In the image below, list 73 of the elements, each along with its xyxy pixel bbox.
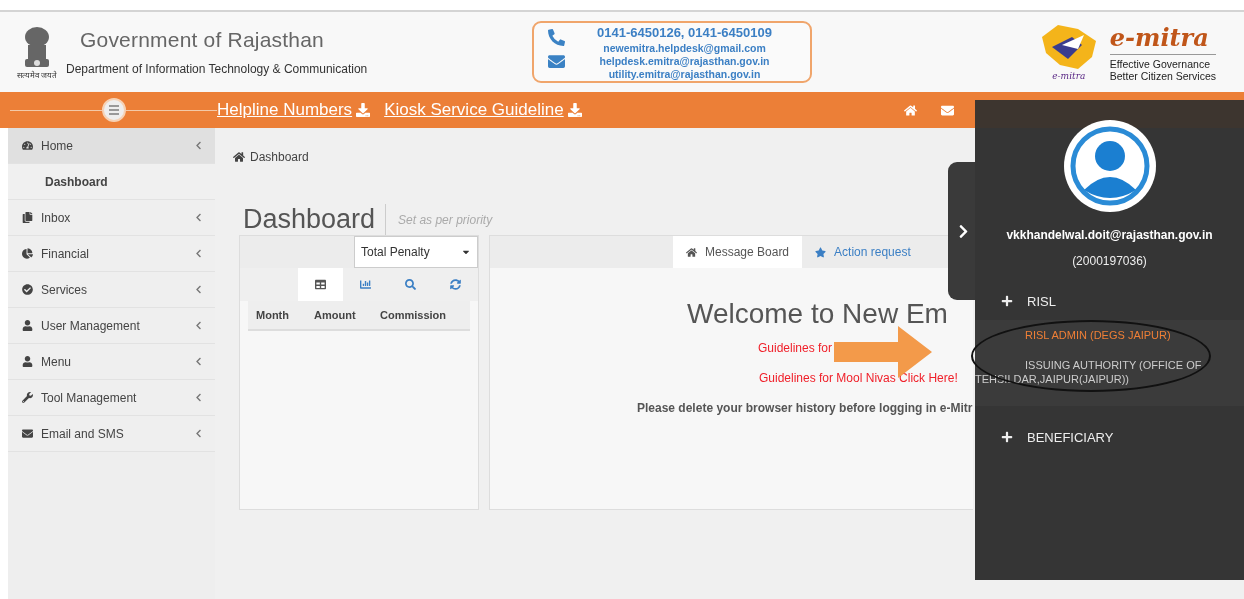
guideline-link[interactable]: Guidelines for	[758, 341, 833, 355]
role-group[interactable]: RISL	[975, 286, 1244, 316]
page-subtitle: Set as per priority	[398, 212, 493, 227]
phone-icon	[548, 28, 565, 46]
emblem-caption: सत्यमेव जयते	[16, 69, 58, 80]
user-icon	[1069, 126, 1150, 206]
site-subtitle: Department of Information Technology & Communication	[66, 62, 369, 76]
breadcrumb[interactable]: Dashboard	[250, 150, 309, 164]
chevron-icon	[194, 141, 203, 150]
menu-item-icon	[22, 392, 33, 403]
download-icon	[567, 103, 582, 117]
plus-icon	[1001, 431, 1013, 443]
chevron-icon	[194, 249, 203, 258]
brand-name: e-mitra	[1109, 22, 1216, 55]
notice-text: Please delete your browser history before logging in e-Mitr	[637, 401, 973, 415]
logo-caption: e-mitra	[1052, 70, 1086, 81]
tab-icon	[360, 279, 371, 290]
email-address: newemitra.helpdesk@gmail.com	[603, 42, 766, 55]
menu-item-icon	[22, 428, 33, 439]
site-title: Government of Rajasthan	[80, 28, 325, 52]
role-option[interactable]: RISL ADMIN (DEGS JAIPUR)	[975, 328, 1244, 342]
brand-tagline: Better Citizen Services	[1109, 69, 1216, 82]
panel-toggle-tab[interactable]	[948, 162, 978, 300]
home-icon	[233, 151, 245, 163]
chevron-icon	[194, 213, 203, 222]
phone-numbers: 0141-6450126, 0141-6450109	[597, 25, 772, 40]
board-tab[interactable]: Action request	[802, 236, 924, 268]
email-address: utility.emitra@rajasthan.gov.in	[608, 68, 761, 81]
menu-item-icon	[22, 140, 33, 151]
chevron-icon	[194, 285, 203, 294]
mail-icon	[548, 52, 565, 70]
menu-item-icon	[22, 320, 33, 331]
star-icon	[815, 246, 827, 258]
sidebar-label: Tool Management	[41, 390, 138, 405]
menu-item-icon	[22, 212, 33, 223]
mail-icon[interactable]	[941, 103, 954, 117]
column-header: Commission	[379, 309, 447, 321]
chevron-icon	[194, 321, 203, 330]
home-icon[interactable]	[904, 103, 917, 117]
menu-item-icon	[22, 356, 33, 367]
email-address: helpdesk.emitra@rajasthan.gov.in	[599, 55, 770, 68]
brand-tagline: Effective Governance	[1109, 57, 1211, 70]
menu-item-icon	[22, 248, 33, 259]
chevron-icon	[194, 357, 203, 366]
download-icon	[356, 103, 371, 117]
board-tab[interactable]: Message Board	[673, 236, 803, 268]
guideline-link[interactable]: Guidelines for Mool Nivas Click Here!	[759, 371, 958, 385]
role-option[interactable]: ISSUING AUTHORITY (OFFICE OF TEHSILDAR,JAIPUR(JAIPUR))	[975, 358, 1244, 386]
chevron-icon	[194, 429, 203, 438]
welcome-heading: Welcome to New Em	[687, 298, 948, 329]
menu-toggle-button[interactable]	[101, 98, 126, 122]
sidebar-label: Financial	[41, 246, 91, 261]
sidebar-item[interactable]: Home	[8, 128, 215, 164]
penalty-select[interactable]: Total Penalty	[354, 236, 478, 268]
tab-icon	[450, 279, 461, 290]
column-header: Amount	[313, 309, 357, 321]
role-group[interactable]: BENEFICIARY	[975, 422, 1244, 452]
sidebar-label: Menu	[41, 354, 73, 369]
menu-item-icon	[22, 284, 33, 295]
sidebar-label: Home	[41, 138, 74, 153]
home-icon	[686, 246, 697, 258]
tab-icon	[315, 279, 326, 290]
user-email: vkkhandelwal.doit@rajasthan.gov.in	[1006, 228, 1213, 242]
sidebar-label: Email and SMS	[41, 426, 125, 441]
plus-icon	[1001, 295, 1013, 307]
tab-icon	[405, 279, 416, 290]
sidebar-label: User Management	[41, 318, 141, 333]
chevron-icon	[194, 393, 203, 402]
column-header: Month	[255, 309, 290, 321]
sidebar-label: Services	[41, 282, 88, 297]
view-tab[interactable]	[298, 268, 343, 301]
sidebar-label: Inbox	[41, 210, 72, 225]
user-id: (2000197036)	[1072, 254, 1147, 268]
